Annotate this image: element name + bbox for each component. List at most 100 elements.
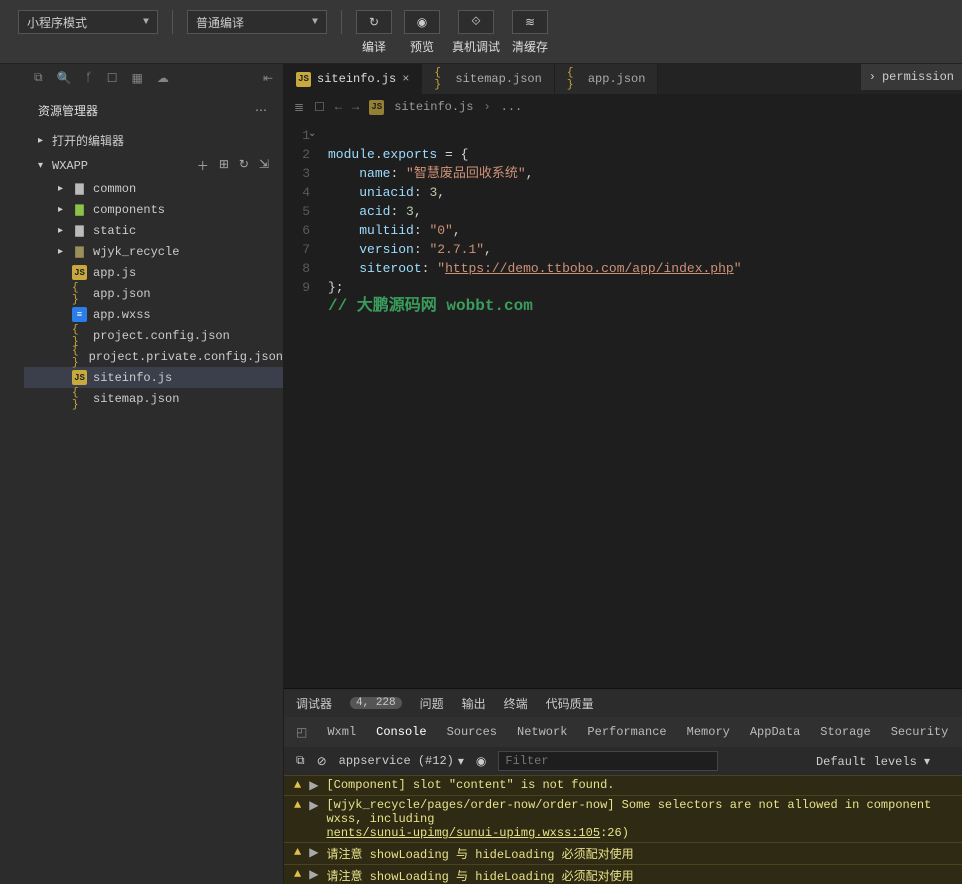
- close-icon[interactable]: ×: [402, 72, 409, 86]
- more-icon[interactable]: ⋯: [255, 103, 269, 118]
- folder-item[interactable]: ▸▇wjyk_recycle: [24, 241, 283, 262]
- chevron-right-icon: ▸: [58, 246, 66, 258]
- box-icon[interactable]: ☐: [107, 71, 118, 86]
- branch-icon[interactable]: ᚶ: [86, 71, 93, 85]
- search-icon[interactable]: 🔍: [57, 71, 72, 86]
- line-gutter: 123456789: [284, 120, 320, 688]
- tree-item-label: sitemap.json: [93, 392, 179, 406]
- layout-icon[interactable]: ▦: [132, 71, 143, 86]
- clear-icon[interactable]: ⊘: [317, 754, 327, 769]
- tree-item-label: project.config.json: [93, 329, 230, 343]
- console-log[interactable]: ▲▶[wjyk_recycle/pages/order-now/order-no…: [284, 795, 962, 842]
- tree-item-label: siteinfo.js: [93, 371, 172, 385]
- toolbar-编译-button[interactable]: ↻: [356, 10, 392, 34]
- devtool-performance[interactable]: Performance: [587, 725, 666, 739]
- inspect-icon[interactable]: ◰: [296, 725, 307, 740]
- folder-item[interactable]: ▸▇static: [24, 220, 283, 241]
- toolbar-label: 预览: [410, 38, 434, 55]
- back-icon[interactable]: ←: [335, 100, 342, 114]
- files-icon[interactable]: ⧉: [34, 71, 43, 85]
- file-item[interactable]: JSapp.js: [24, 262, 283, 283]
- mode-dropdown[interactable]: 小程序模式 ▼: [18, 10, 158, 34]
- eye-icon[interactable]: ◉: [476, 754, 486, 769]
- expand-icon: ▶: [309, 867, 318, 884]
- compile-dropdown[interactable]: 普通编译 ▼: [187, 10, 327, 34]
- file-icon: { }: [567, 72, 582, 87]
- ic-json-icon: { }: [72, 328, 87, 343]
- project-section[interactable]: ▾ WXAPP ＋ ⊞ ↻ ⇲: [24, 153, 283, 178]
- editor-tab[interactable]: { }app.json: [555, 64, 659, 94]
- ic-js-icon: JS: [72, 370, 87, 385]
- devtool-security[interactable]: Security: [891, 725, 949, 739]
- folder-item[interactable]: ▸▇components: [24, 199, 283, 220]
- explorer-header: 资源管理器 ⋯: [24, 92, 283, 128]
- collapse-all-icon[interactable]: ⇲: [259, 157, 269, 174]
- devtool-wxml[interactable]: Wxml: [327, 725, 356, 739]
- toolbar-label: 真机调试: [452, 38, 500, 55]
- new-folder-icon[interactable]: ⊞: [219, 157, 229, 174]
- devtool-memory[interactable]: Memory: [687, 725, 730, 739]
- explorer-title: 资源管理器: [38, 102, 98, 119]
- toolbar-label: 编译: [362, 38, 386, 55]
- console-log[interactable]: ▲▶[Component] slot "content" is not foun…: [284, 775, 962, 795]
- toolbar-预览-button[interactable]: ◉: [404, 10, 440, 34]
- code-editor[interactable]: ⌄ 123456789 module.exports = { name: "智慧…: [284, 120, 962, 688]
- editor-tab[interactable]: { }sitemap.json: [422, 64, 554, 94]
- file-icon: JS: [296, 72, 311, 87]
- log-message: 请注意 showLoading 与 hideLoading 必须配对使用: [326, 845, 633, 862]
- filter-input[interactable]: [498, 751, 718, 771]
- console-log[interactable]: ▲▶请注意 showLoading 与 hideLoading 必须配对使用: [284, 842, 962, 864]
- file-item[interactable]: { }app.json: [24, 283, 283, 304]
- devtool-sources[interactable]: Sources: [447, 725, 497, 739]
- tree-item-label: app.wxss: [93, 308, 151, 322]
- sidebar-toggle-icon[interactable]: ⧉: [296, 754, 305, 768]
- toolbar-真机调试-button[interactable]: ⟐: [458, 10, 494, 34]
- file-item[interactable]: { }sitemap.json: [24, 388, 283, 409]
- bookmark-icon[interactable]: ☐: [314, 100, 325, 115]
- file-item[interactable]: { } project.config.json: [24, 325, 283, 346]
- ic-folder-g-icon: ▇: [72, 202, 87, 217]
- permission-pill[interactable]: › permission: [861, 64, 962, 90]
- devtool-storage[interactable]: Storage: [820, 725, 870, 739]
- top-toolbar: 小程序模式 ▼ 普通编译 ▼ ↻编译◉预览⟐真机调试≋清缓存: [0, 0, 962, 64]
- fold-icon[interactable]: ⌄: [308, 128, 316, 140]
- debugger-tab-row: 调试器 4, 228 问题 输出 终端 代码质量: [284, 689, 962, 717]
- toolbar-icon: ◉: [417, 15, 427, 30]
- editor-tab[interactable]: JS siteinfo.js ×: [284, 64, 422, 94]
- levels-dropdown[interactable]: Default levels ▾: [816, 754, 930, 769]
- new-file-icon[interactable]: ＋: [197, 157, 209, 174]
- forward-icon[interactable]: →: [352, 100, 359, 114]
- list-icon[interactable]: ≣: [294, 100, 304, 115]
- warning-icon: ▲: [294, 798, 301, 840]
- devtool-console[interactable]: Console: [376, 725, 426, 739]
- toolbar-清缓存-button[interactable]: ≋: [512, 10, 548, 34]
- cloud-icon[interactable]: ☁: [157, 71, 169, 86]
- console-filter-row: ⧉ ⊘ appservice (#12) ▾ ◉ Default levels …: [284, 747, 962, 775]
- expand-icon: ▶: [309, 798, 318, 840]
- folder-item[interactable]: ▸▇common: [24, 178, 283, 199]
- tree-item-label: app.json: [93, 287, 151, 301]
- breadcrumb: ≣ ☐ ← → JS siteinfo.js › ...: [284, 94, 962, 120]
- open-editors-section[interactable]: ▸ 打开的编辑器: [24, 128, 283, 153]
- scope-dropdown[interactable]: appservice (#12) ▾: [339, 754, 464, 769]
- devtool-appdata[interactable]: AppData: [750, 725, 800, 739]
- tab-quality[interactable]: 代码质量: [546, 695, 594, 712]
- tab-debugger[interactable]: 调试器: [296, 695, 332, 712]
- collapse-icon[interactable]: ⇤: [263, 71, 273, 86]
- file-item[interactable]: ≡app.wxss: [24, 304, 283, 325]
- explorer-sidebar: ⧉ 🔍 ᚶ ☐ ▦ ☁ ⇤ 资源管理器 ⋯ ▸ 打开的编辑器 ▾ WXAPP: [24, 64, 284, 884]
- console-log[interactable]: ▲▶请注意 showLoading 与 hideLoading 必须配对使用: [284, 864, 962, 884]
- file-item[interactable]: JS siteinfo.js: [24, 367, 283, 388]
- devtool-network[interactable]: Network: [517, 725, 567, 739]
- tab-label: siteinfo.js: [317, 72, 396, 86]
- chevron-down-icon: ▼: [312, 17, 318, 28]
- activity-bar: [0, 64, 24, 884]
- file-item[interactable]: { }project.private.config.json: [24, 346, 283, 367]
- ic-js-icon: JS: [72, 265, 87, 280]
- refresh-icon[interactable]: ↻: [239, 157, 249, 174]
- tab-problems[interactable]: 问题: [420, 695, 444, 712]
- tree-item-label: components: [93, 203, 165, 217]
- tab-output[interactable]: 输出: [462, 695, 486, 712]
- devtools-row: ◰ Wxml Console Sources Network Performance Me…: [284, 717, 962, 747]
- tab-terminal[interactable]: 终端: [504, 695, 528, 712]
